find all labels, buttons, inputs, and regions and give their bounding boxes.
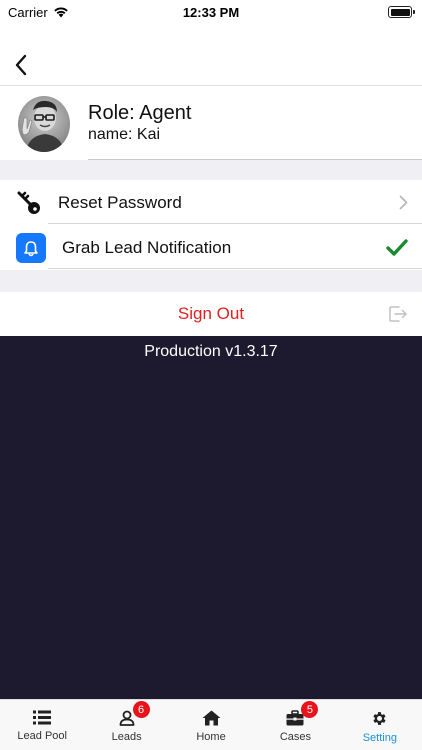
tab-label: Lead Pool: [17, 730, 67, 742]
tab-home[interactable]: Home: [169, 700, 253, 750]
sign-out-label: Sign Out: [177, 304, 245, 323]
gear-icon: [373, 712, 386, 725]
tab-lead-pool[interactable]: Lead Pool: [0, 700, 84, 750]
profile-role: Role: Agent: [88, 102, 192, 124]
status-bar: Carrier 12:33 PM: [0, 0, 422, 24]
tab-bar: Lead Pool 6 Leads Home 5 Cases Setting: [0, 699, 422, 750]
version-label: Production v1.3.17: [144, 343, 278, 360]
bell-icon-tile: [16, 233, 46, 263]
reset-password-row[interactable]: Reset Password: [0, 180, 422, 224]
home-icon: [202, 710, 221, 726]
tab-leads[interactable]: 6 Leads: [84, 700, 168, 750]
avatar-image: [21, 100, 64, 152]
profile-header: Role: Agent name: Kai: [0, 86, 422, 160]
person-icon: [119, 710, 135, 726]
cases-badge: 5: [301, 701, 319, 718]
wifi-icon: [54, 7, 68, 18]
grab-lead-notification-label: Grab Lead Notification: [62, 238, 232, 257]
tab-cases[interactable]: 5 Cases: [253, 700, 337, 750]
tab-label: Setting: [362, 732, 397, 744]
back-button[interactable]: [4, 48, 38, 82]
status-left: Carrier: [8, 5, 69, 20]
battery-icon: [388, 6, 415, 18]
reset-password-label: Reset Password: [58, 193, 182, 212]
divider: [48, 268, 422, 269]
chevron-left-icon: [15, 54, 27, 76]
tab-label: Cases: [279, 731, 312, 743]
sign-out-button[interactable]: Sign Out: [0, 292, 422, 336]
logout-icon: [389, 306, 407, 322]
tab-label: Home: [196, 731, 226, 743]
leads-badge: 6: [132, 701, 150, 718]
navigation-bar: [0, 44, 422, 86]
avatar: [18, 96, 70, 152]
tab-label: Leads: [111, 731, 142, 743]
section-gap: [0, 270, 422, 292]
content-background: Production v1.3.17: [0, 336, 422, 699]
checkmark-icon[interactable]: [386, 239, 408, 256]
divider: [48, 223, 422, 224]
list-icon: [33, 710, 52, 725]
carrier-label: Carrier: [8, 4, 48, 20]
grab-lead-notification-row[interactable]: Grab Lead Notification: [0, 225, 422, 269]
tab-setting[interactable]: Setting: [338, 700, 422, 750]
bell-icon: [24, 240, 38, 256]
section-gap: [0, 160, 422, 180]
key-icon: [17, 191, 40, 214]
profile-name: name: Kai: [88, 126, 161, 143]
chevron-right-icon: [399, 195, 408, 210]
